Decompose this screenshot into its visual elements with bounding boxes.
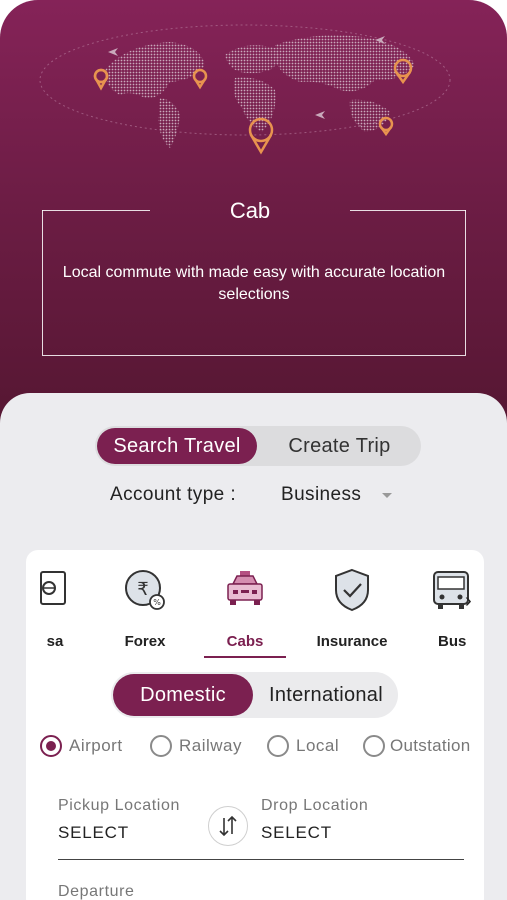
category-insurance[interactable]: Insurance [308, 566, 396, 650]
category-cabs[interactable]: Cabs [208, 566, 282, 650]
insurance-icon [335, 568, 369, 612]
radio-airport[interactable]: Airport [40, 735, 123, 757]
selected-category-indicator [204, 656, 286, 658]
category-label: Forex [124, 633, 166, 650]
radio-railway[interactable]: Railway [150, 735, 242, 757]
svg-text:%: % [153, 598, 161, 607]
radio-label: Airport [69, 736, 123, 755]
swap-icon [219, 815, 237, 837]
create-trip-tab[interactable]: Create Trip [262, 428, 417, 464]
hero-description: Local commute with made easy with accura… [62, 264, 446, 303]
departure-label: Departure [58, 883, 135, 900]
radio-unselected-icon [150, 735, 172, 757]
radio-unselected-icon [363, 735, 385, 757]
radio-outstation[interactable]: Outstation [363, 735, 471, 757]
hero-frame-top-right [350, 210, 466, 211]
svg-text:₹: ₹ [137, 579, 148, 600]
pickup-location-label: Pickup Location [58, 797, 180, 814]
radio-unselected-icon [267, 735, 289, 757]
pickup-location-field[interactable]: SELECT [58, 823, 129, 843]
category-visa[interactable]: sa [30, 566, 80, 650]
radio-label: Railway [179, 736, 243, 755]
forex-icon: ₹ % [125, 570, 165, 610]
radio-selected-icon [40, 735, 62, 757]
category-forex[interactable]: ₹ % Forex [114, 566, 176, 650]
category-label: Insurance [316, 633, 388, 650]
radio-label: Local [296, 736, 340, 755]
account-type-label: Account type : [110, 484, 237, 505]
hero-frame-top-left [42, 210, 150, 211]
radio-label: Outstation [390, 736, 471, 755]
app-screen: Cab Local commute with made easy with ac… [0, 0, 507, 900]
visa-icon [40, 571, 66, 605]
divider [58, 859, 464, 860]
world-map-illustration [39, 24, 451, 155]
category-label: sa [46, 633, 64, 650]
drop-location-field[interactable]: SELECT [261, 823, 332, 843]
chevron-right-icon[interactable]: › [465, 590, 472, 613]
category-label: Cabs [226, 633, 264, 650]
account-type-select[interactable]: Business [281, 484, 361, 506]
hero-banner: Cab Local commute with made easy with ac… [0, 0, 507, 440]
cab-icon [227, 571, 263, 605]
caret-down-icon[interactable] [382, 493, 392, 498]
swap-locations-button[interactable] [208, 806, 248, 846]
search-travel-tab[interactable]: Search Travel [97, 428, 257, 464]
domestic-tab[interactable]: Domestic [113, 674, 253, 716]
category-label: Bus [438, 633, 467, 650]
international-tab[interactable]: International [257, 674, 395, 716]
hero-title: Cab [229, 198, 271, 223]
drop-location-label: Drop Location [261, 797, 369, 814]
radio-local[interactable]: Local [267, 735, 339, 757]
